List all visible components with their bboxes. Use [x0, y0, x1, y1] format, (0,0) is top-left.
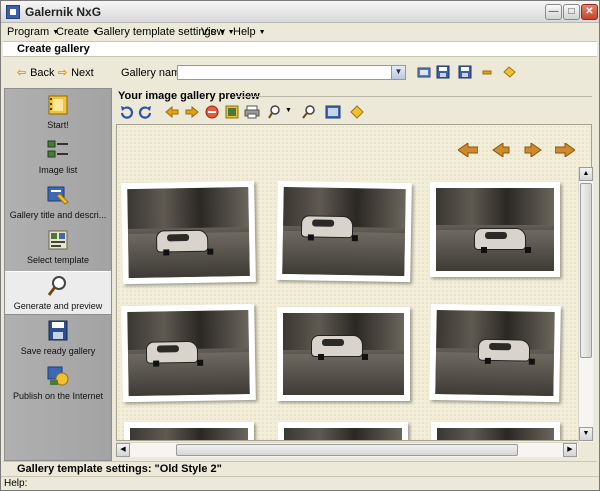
sidebar-item-label: Publish on the Internet [12, 391, 104, 401]
next-page-icon[interactable] [523, 143, 543, 157]
section-header: Create gallery [3, 41, 597, 57]
close-button[interactable]: ✕ [581, 4, 598, 20]
wizard-sidebar: Start! Image list Gallery title and desc… [4, 88, 112, 461]
zoom-icon[interactable] [268, 104, 284, 120]
gallery-thumbnail[interactable] [121, 180, 256, 285]
gallery-thumbnail[interactable] [276, 180, 412, 283]
open-gallery-icon[interactable] [417, 65, 431, 79]
menu-help[interactable]: Help ▼ [233, 26, 266, 38]
remove-icon[interactable] [480, 65, 494, 79]
thumbnail-image [127, 186, 250, 279]
horizontal-scrollbar[interactable]: ◀ ▶ [116, 442, 578, 457]
template-icon [48, 230, 68, 250]
vertical-scroll-thumb[interactable] [580, 183, 592, 358]
menu-view[interactable]: View ▼ [201, 26, 235, 38]
vertical-scrollbar[interactable]: ▲ ▼ [578, 167, 593, 442]
scroll-right-icon[interactable]: ▶ [563, 443, 577, 457]
first-page-icon[interactable] [458, 143, 478, 157]
title-icon [47, 186, 69, 205]
template-settings-status: Gallery template settings: "Old Style 2" [17, 463, 222, 475]
floppy-icon [48, 320, 68, 341]
arrow-right-icon: ⇨ [58, 67, 68, 79]
sidebar-item-gallery-title[interactable]: Gallery title and descri... [5, 181, 111, 225]
edit-image-icon[interactable] [224, 104, 240, 120]
last-page-icon[interactable] [555, 143, 575, 157]
section-title: Create gallery [17, 43, 90, 55]
sidebar-item-label: Generate and preview [13, 301, 103, 311]
image-properties-icon[interactable] [325, 104, 341, 120]
arrow-left-icon: ⇦ [17, 67, 27, 79]
gallery-thumbnail[interactable] [121, 303, 256, 403]
sidebar-item-publish[interactable]: Publish on the Internet [5, 362, 111, 406]
thumbnail-image [127, 309, 250, 397]
film-icon [48, 95, 68, 115]
help-status-bar: Help: [1, 476, 599, 490]
help-text: Help: [4, 478, 28, 489]
gallery-name-combobox[interactable]: ▼ [177, 65, 406, 80]
delete-icon[interactable] [204, 104, 220, 120]
thumbnail-image [435, 309, 555, 397]
publish-preview-icon[interactable] [349, 104, 365, 120]
publish-icon[interactable] [502, 65, 516, 79]
rotate-right-icon[interactable] [138, 104, 154, 120]
save-as-icon[interactable] [458, 65, 472, 79]
gallery-thumbnail[interactable] [430, 182, 560, 277]
app-icon [6, 5, 20, 19]
sidebar-item-image-list[interactable]: Image list [5, 136, 111, 180]
chevron-down-icon[interactable]: ▼ [285, 107, 292, 114]
save-icon[interactable] [436, 65, 450, 79]
chevron-down-icon[interactable]: ▼ [391, 66, 405, 79]
preview-divider [237, 96, 592, 97]
thumbnail-image [283, 313, 404, 395]
sidebar-item-label: Start! [47, 120, 69, 130]
scroll-left-icon[interactable]: ◀ [116, 443, 130, 457]
toolbar: ⇦ Back ⇨ Next Gallery name: ▼ [1, 58, 599, 86]
gallery-preview-canvas[interactable] [116, 124, 592, 441]
sidebar-item-label: Gallery title and descri... [9, 210, 107, 220]
zoom-fit-icon[interactable] [301, 104, 317, 120]
menu-program[interactable]: Program ▼ [7, 26, 59, 38]
thumbnail-image [436, 188, 554, 271]
back-button[interactable]: ⇦ Back [17, 66, 55, 79]
sidebar-item-label: Image list [38, 165, 78, 175]
minimize-button[interactable]: — [545, 4, 562, 20]
list-icon [47, 140, 68, 158]
thumbnail-image [282, 186, 406, 277]
scroll-corner [578, 442, 593, 457]
magnifier-icon [47, 276, 66, 296]
menu-bar: Program ▼ Create ▼ Gallery template settin… [1, 23, 599, 41]
app-window: Galernik NxG — □ ✕ Program ▼ Create ▼ Gall… [0, 0, 600, 491]
sidebar-item-generate-preview[interactable]: Generate and preview [5, 271, 111, 315]
rotate-left-icon[interactable] [118, 104, 134, 120]
sidebar-item-save-gallery[interactable]: Save ready gallery [5, 317, 111, 361]
move-left-icon[interactable] [164, 104, 180, 120]
window-title: Galernik NxG [25, 5, 102, 19]
thumbnail-image [284, 428, 402, 440]
print-icon[interactable] [244, 104, 260, 120]
sidebar-item-start[interactable]: Start! [5, 91, 111, 135]
sidebar-item-label: Save ready gallery [20, 346, 96, 356]
gallery-thumbnail[interactable] [277, 307, 410, 401]
thumbnail-image [130, 428, 248, 440]
title-bar[interactable]: Galernik NxG — □ ✕ [1, 1, 599, 23]
globe-icon [47, 366, 69, 386]
sidebar-item-label: Select template [26, 255, 90, 265]
gallery-thumbnail[interactable] [278, 422, 408, 440]
scroll-down-icon[interactable]: ▼ [579, 427, 593, 441]
scroll-up-icon[interactable]: ▲ [579, 167, 593, 181]
horizontal-scroll-thumb[interactable] [176, 444, 518, 456]
gallery-thumbnail[interactable] [124, 422, 254, 440]
next-button[interactable]: ⇨ Next [58, 66, 94, 79]
move-right-icon[interactable] [184, 104, 200, 120]
sidebar-item-select-template[interactable]: Select template [5, 226, 111, 270]
maximize-button[interactable]: □ [563, 4, 580, 20]
gallery-thumbnail[interactable] [429, 303, 561, 403]
thumbnail-image [437, 428, 554, 440]
template-status-bar: Gallery template settings: "Old Style 2" [3, 461, 597, 476]
gallery-thumbnail[interactable] [431, 422, 560, 440]
previous-page-icon[interactable] [491, 143, 511, 157]
menu-create[interactable]: Create ▼ [56, 26, 99, 38]
chevron-down-icon: ▼ [258, 29, 266, 36]
